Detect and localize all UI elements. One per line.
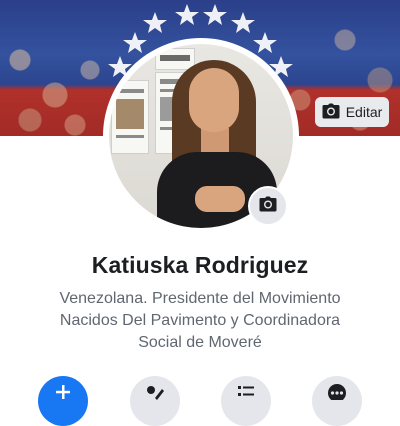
- activity-log-button[interactable]: [221, 376, 271, 426]
- list-icon: [236, 384, 256, 405]
- bio-line: Venezolana. Presidente del Movimiento: [59, 290, 341, 307]
- camera-icon: [259, 196, 277, 217]
- edit-profile-button[interactable]: [130, 376, 180, 426]
- profile-bio: Venezolana. Presidente del Movimiento Na…: [20, 288, 380, 354]
- edit-profile-picture-button[interactable]: [248, 186, 288, 226]
- wall-poster: [111, 80, 149, 154]
- camera-icon: [322, 103, 340, 122]
- more-icon: [326, 384, 348, 405]
- add-story-button[interactable]: [38, 376, 88, 426]
- bio-line: Nacidos Del Pavimento y Coordinadora: [59, 312, 341, 329]
- edit-cover-button[interactable]: Editar: [315, 97, 389, 127]
- person-face: [189, 68, 239, 132]
- more-options-button[interactable]: [312, 376, 362, 426]
- bio-line: Social de Moveré: [138, 334, 262, 351]
- profile-name: Katiuska Rodriguez: [91, 252, 309, 278]
- edit-cover-label: Editar: [345, 104, 383, 120]
- plus-icon: [55, 384, 71, 405]
- pencil-icon: [145, 384, 165, 405]
- person-hands: [195, 186, 245, 212]
